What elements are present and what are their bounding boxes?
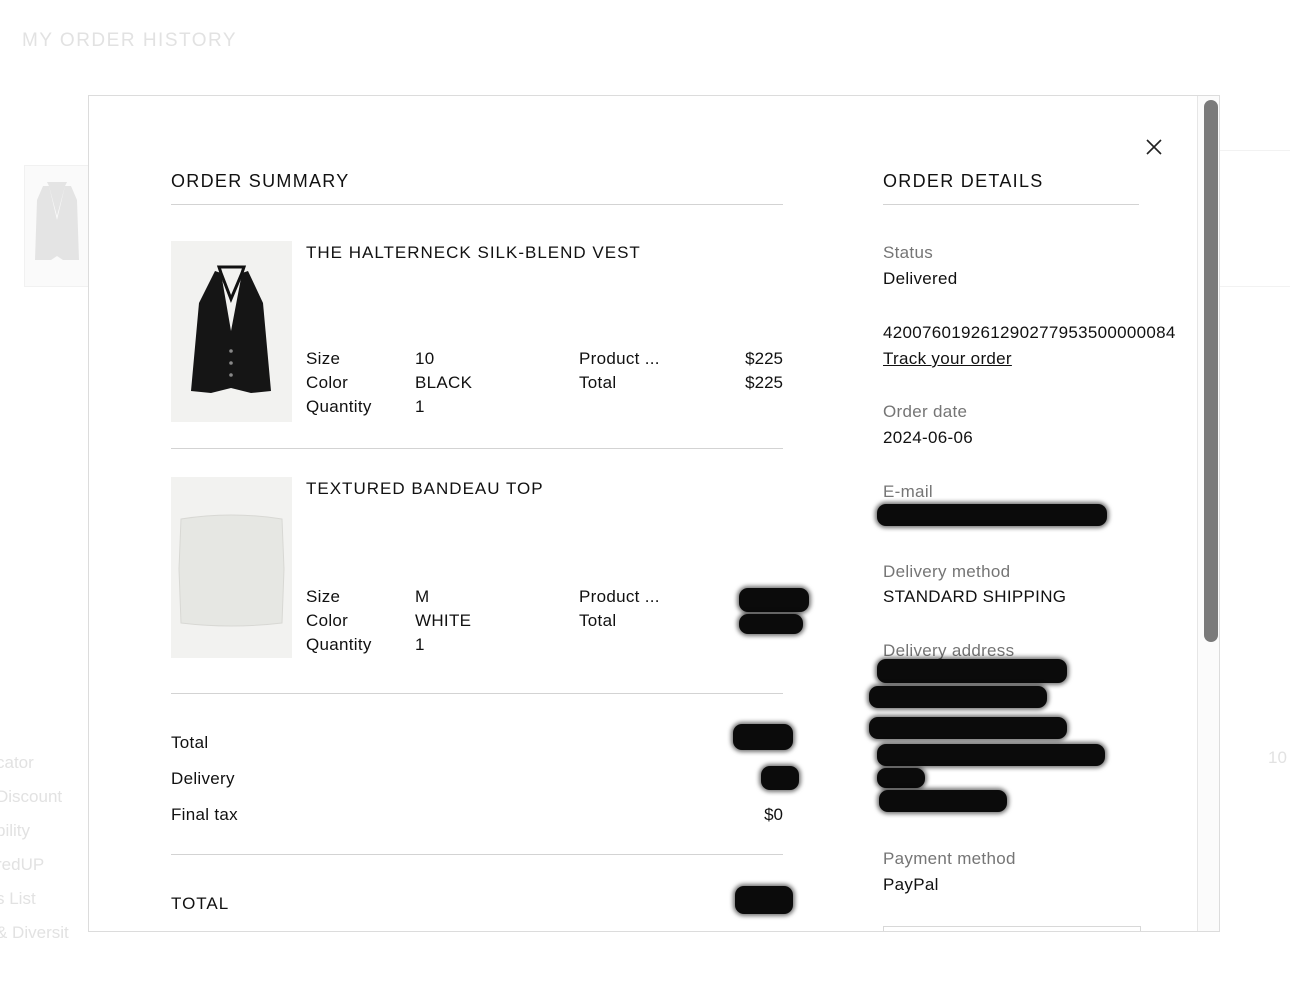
quantity-value: 1 [415, 635, 425, 654]
details-next-section-box [883, 926, 1141, 931]
redaction-mark [739, 614, 803, 634]
order-date-value: 2024-06-06 [883, 428, 973, 447]
email-label: E-mail [883, 482, 933, 501]
product-price-label: Product ... [579, 349, 660, 368]
grand-total-label: TOTAL [171, 894, 230, 913]
background-number: 10 [1268, 748, 1287, 767]
redaction-mark [877, 768, 925, 788]
final-tax-label: Final tax [171, 805, 238, 824]
redaction-mark [869, 717, 1067, 739]
halterneck-vest-image[interactable] [171, 241, 292, 422]
redaction-mark [877, 659, 1067, 683]
quantity-label: Quantity [306, 635, 372, 654]
background-product-thumbnail[interactable] [24, 165, 90, 287]
delivery-method-label: Delivery method [883, 562, 1011, 581]
vest-thumbnail-icon [35, 182, 79, 260]
close-button[interactable] [1143, 136, 1165, 158]
order-line-item: THE HALTERNECK SILK-BLEND VEST Size 10 C… [171, 241, 783, 431]
redaction-mark [879, 790, 1007, 812]
line-total-label: Total [579, 373, 617, 392]
redaction-mark [733, 724, 793, 750]
divider [171, 693, 783, 694]
product-price-label: Product ... [579, 587, 660, 606]
line-total-value: $225 [745, 373, 783, 392]
quantity-label: Quantity [306, 397, 372, 416]
delivery-method-value: STANDARD SHIPPING [883, 587, 1067, 606]
final-tax-value: $0 [764, 805, 783, 824]
size-label: Size [306, 587, 341, 606]
vest-product-icon [191, 265, 271, 393]
bandeau-top-image[interactable] [171, 477, 292, 658]
total-label: Total [171, 733, 209, 752]
product-price-value: $225 [745, 349, 783, 368]
size-label: Size [306, 349, 341, 368]
order-modal: ORDER SUMMARY THE HALTERNECK SILK-BLEND … [88, 95, 1220, 932]
color-label: Color [306, 611, 349, 630]
redaction-mark [877, 744, 1105, 766]
status-value: Delivered [883, 269, 958, 288]
product-name[interactable]: THE HALTERNECK SILK-BLEND VEST [306, 243, 641, 263]
redaction-mark [735, 886, 793, 914]
divider [883, 204, 1139, 205]
redaction-mark [739, 588, 809, 612]
color-value: WHITE [415, 611, 472, 630]
bandeau-product-icon [178, 514, 285, 627]
modal-scrollbar[interactable] [1197, 96, 1219, 931]
divider [171, 204, 783, 205]
delivery-label: Delivery [171, 769, 235, 788]
quantity-value: 1 [415, 397, 425, 416]
page-title: MY ORDER HISTORY [22, 30, 238, 51]
color-value: BLACK [415, 373, 473, 392]
redaction-mark [761, 766, 799, 790]
divider [171, 854, 783, 855]
close-icon [1146, 139, 1162, 155]
order-details-title: ORDER DETAILS [883, 171, 1044, 191]
product-name[interactable]: TEXTURED BANDEAU TOP [306, 479, 544, 499]
status-label: Status [883, 243, 933, 262]
order-line-item: TEXTURED BANDEAU TOP Size M Color WHITE … [171, 477, 783, 667]
background-card-edge [1220, 150, 1290, 287]
size-value: M [415, 587, 430, 606]
payment-method-value: PayPal [883, 875, 939, 894]
size-value: 10 [415, 349, 435, 368]
redaction-mark [869, 686, 1047, 708]
track-order-link[interactable]: Track your order [883, 349, 1012, 369]
order-date-label: Order date [883, 402, 968, 421]
payment-method-label: Payment method [883, 849, 1016, 868]
tracking-number: 420076019261290277953500000084 [883, 323, 1176, 342]
color-label: Color [306, 373, 349, 392]
redaction-mark [877, 504, 1107, 526]
scrollbar-thumb[interactable] [1204, 100, 1218, 642]
order-summary-title: ORDER SUMMARY [171, 171, 350, 191]
divider [171, 448, 783, 449]
delivery-address-label: Delivery address [883, 641, 1015, 660]
line-total-label: Total [579, 611, 617, 630]
